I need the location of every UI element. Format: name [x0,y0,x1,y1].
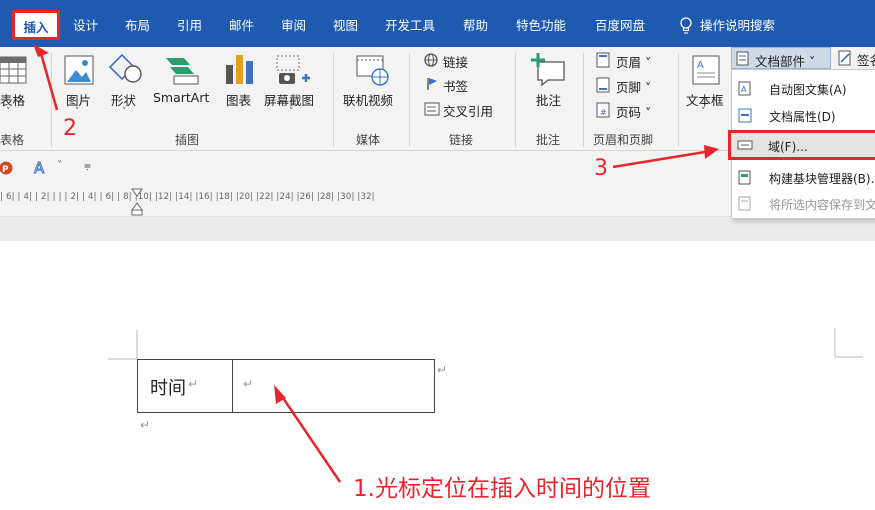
annotation-arrows [33,44,719,483]
step-1-label: 1.光标定位在插入时间的位置 [353,476,651,502]
step-3-label: 3 [594,156,608,181]
word-window: 插入 设计 布局 引用 邮件 审阅 视图 开发工具 帮助 特色功能 百度网盘 操… [0,0,875,510]
step-2-label: 2 [63,116,77,141]
